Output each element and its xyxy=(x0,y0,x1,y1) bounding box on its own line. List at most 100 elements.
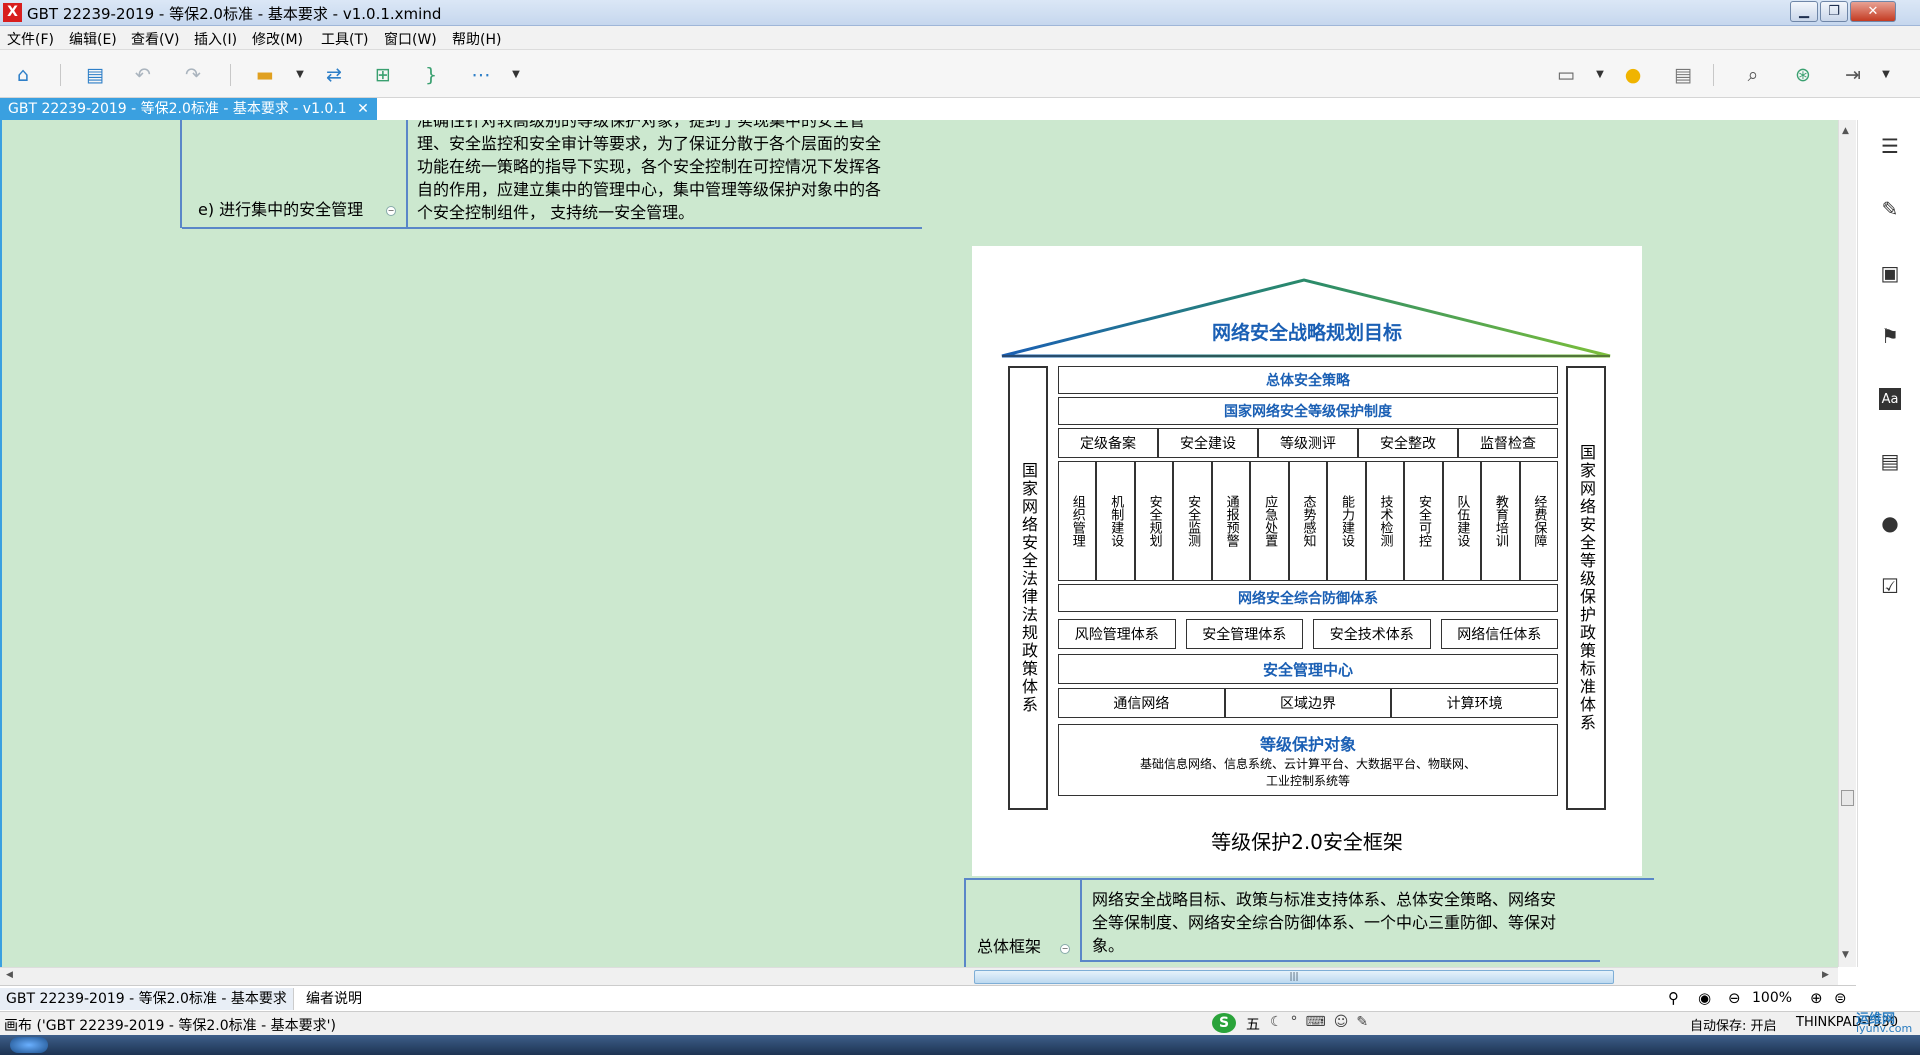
right-pillar-standards: 国家网络安全等级保护政策标准体系 xyxy=(1566,366,1606,810)
topic-overall-framework[interactable]: 总体框架 xyxy=(977,935,1041,958)
vertical-scrollbar[interactable]: ▲ ▼ xyxy=(1838,120,1856,967)
branch-overline xyxy=(964,878,1654,880)
toolbar: ⌂ ▤ ↶ ↷ ▬ ▼ ⇄ ⊞ } ⋯ ▼ ▭ ▼ ● ▤ ⌕ ⊛ ⇥ ▼ xyxy=(0,50,1920,98)
scroll-right-icon[interactable]: ▶ xyxy=(1822,970,1829,980)
chevron-down-icon[interactable]: ▼ xyxy=(510,62,522,88)
menu-file[interactable]: 文件(F) xyxy=(7,29,54,49)
process-cell: 定级备案 xyxy=(1058,428,1158,458)
export-icon[interactable]: ⇥ xyxy=(1840,62,1866,88)
gantt-icon[interactable]: ▤ xyxy=(1670,62,1696,88)
menu-insert[interactable]: 插入(I) xyxy=(194,29,237,49)
horizontal-scroll-thumb[interactable]: ||| xyxy=(974,970,1614,984)
management-center: 安全管理中心 xyxy=(1058,654,1558,684)
measure-cell: 机制建设 xyxy=(1096,461,1135,581)
protected-objects-line: 基础信息网络、信息系统、云计算平台、大数据平台、物联网、 xyxy=(1139,757,1476,771)
protected-objects: 等级保护对象 基础信息网络、信息系统、云计算平台、大数据平台、物联网、 工业控制… xyxy=(1058,724,1558,796)
chevron-down-icon[interactable]: ▼ xyxy=(294,62,306,88)
text-style-icon[interactable]: Aa xyxy=(1879,388,1901,410)
comments-icon[interactable]: ● xyxy=(1879,512,1901,534)
menu-modify[interactable]: 修改(M) xyxy=(252,29,303,49)
lightbulb-icon[interactable]: ● xyxy=(1620,62,1646,88)
start-button-icon[interactable] xyxy=(10,1037,48,1053)
scroll-down-icon[interactable]: ▼ xyxy=(1842,950,1849,960)
ime-tools-icon[interactable]: ☾°⌨☺✎ xyxy=(1270,1014,1376,1030)
image-icon[interactable]: ▣ xyxy=(1879,262,1901,284)
sheet-tab-editor-notes[interactable]: 编者说明 xyxy=(300,988,368,1010)
close-tab-icon[interactable]: ✕ xyxy=(357,101,369,117)
scroll-left-icon[interactable]: ◀ xyxy=(6,970,13,980)
redo-icon[interactable]: ↷ xyxy=(180,62,206,88)
summary-icon[interactable]: ⊞ xyxy=(370,62,396,88)
search-icon[interactable]: ⌕ xyxy=(1740,62,1766,88)
close-window-button[interactable]: ✕ xyxy=(1850,1,1896,22)
menu-edit[interactable]: 编辑(E) xyxy=(69,29,117,49)
ime-mode[interactable]: 五 xyxy=(1246,1014,1260,1034)
save-icon[interactable]: ▤ xyxy=(82,62,108,88)
process-cell: 等级测评 xyxy=(1258,428,1358,458)
sheet-tab-basic-requirements[interactable]: GBT 22239-2019 - 等保2.0标准 - 基本要求 xyxy=(0,988,294,1010)
zoom-out-icon[interactable]: ⊖ xyxy=(1728,989,1741,1007)
measure-cell: 组织管理 xyxy=(1058,461,1097,581)
eye-icon[interactable]: ◉ xyxy=(1698,989,1711,1007)
window-title: GBT 22239-2019 - 等保2.0标准 - 基本要求 - v1.0.1… xyxy=(27,5,442,23)
chevron-down-icon[interactable]: ▼ xyxy=(1594,62,1606,88)
branch-underline xyxy=(182,227,922,229)
note-line: 象。 xyxy=(1092,936,1125,955)
fit-icon[interactable]: ⊜ xyxy=(1834,989,1847,1007)
sheet-tab-bar: GBT 22239-2019 - 等保2.0标准 - 基本要求 编者说明 ⚲ ◉… xyxy=(0,985,1856,1011)
chevron-down-icon[interactable]: ▼ xyxy=(1880,62,1892,88)
note-line: 网络安全战略目标、政策与标准支持体系、总体安全策略、网络安 xyxy=(1092,890,1557,909)
right-side-panel: ☰ ✎ ▣ ⚑ Aa ▤ ● ☑ xyxy=(1857,120,1920,967)
status-canvas-info: 画布 ('GBT 22239-2019 - 等保2.0标准 - 基本要求') xyxy=(4,1018,336,1034)
process-cell: 安全建设 xyxy=(1158,428,1258,458)
marker-flag-icon[interactable]: ⚑ xyxy=(1879,325,1901,347)
menu-view[interactable]: 查看(V) xyxy=(131,29,180,49)
menu-tools[interactable]: 工具(T) xyxy=(321,29,368,49)
defense-layers-row: 通信网络 区域边界 计算环境 xyxy=(1058,688,1559,718)
topic-note-text[interactable]: 准确性针对较高级别的等级保护对象，提到了实现集中的安全管 理、安全监控和安全审计… xyxy=(417,120,917,224)
share-icon[interactable]: ⊛ xyxy=(1790,62,1816,88)
branch-line xyxy=(964,878,966,967)
topic-framework-text[interactable]: 网络安全战略目标、政策与标准支持体系、总体安全策略、网络安 全等保制度、网络安全… xyxy=(1092,888,1612,957)
vertical-scroll-thumb[interactable] xyxy=(1841,790,1854,806)
editor-tab[interactable]: GBT 22239-2019 - 等保2.0标准 - 基本要求 - v1.0.1… xyxy=(0,98,377,120)
minimize-button[interactable]: ▁ xyxy=(1790,1,1818,22)
scroll-up-icon[interactable]: ▲ xyxy=(1842,126,1849,136)
branch-underline xyxy=(1080,960,1600,962)
undo-icon[interactable]: ↶ xyxy=(130,62,156,88)
process-cell: 监督检查 xyxy=(1458,428,1558,458)
presentation-icon[interactable]: ▭ xyxy=(1553,62,1579,88)
branch-line xyxy=(180,120,182,228)
task-clipboard-icon[interactable]: ☑ xyxy=(1879,575,1901,597)
strategy-goal-title: 网络安全战略规划目标 xyxy=(1211,322,1402,344)
menu-help[interactable]: 帮助(H) xyxy=(452,29,501,49)
note-line: 自的作用，应建立集中的管理中心，集中管理等级保护对象中的各 xyxy=(417,180,882,199)
xmind-app-icon: X xyxy=(3,3,22,22)
horizontal-scrollbar[interactable]: ◀ ||| ▶ xyxy=(0,967,1838,985)
maximize-button[interactable]: ❐ xyxy=(1820,1,1848,22)
home-icon[interactable]: ⌂ xyxy=(10,62,36,88)
note-line: 准确性针对较高级别的等级保护对象，提到了实现集中的安全管 xyxy=(417,120,866,130)
outline-icon[interactable]: ☰ xyxy=(1879,135,1901,157)
ime-logo-icon[interactable]: S xyxy=(1212,1013,1236,1033)
notes-icon[interactable]: ▤ xyxy=(1879,450,1901,472)
measure-cell: 应急处置 xyxy=(1250,461,1289,581)
collapse-toggle[interactable]: − xyxy=(1060,944,1070,954)
measures-row: 组织管理 机制建设 安全规划 安全监测 通报预警 应急处置 态势感知 能力建设 … xyxy=(1058,461,1559,581)
topic-icon[interactable]: ▬ xyxy=(252,62,278,88)
boundary-icon[interactable]: } xyxy=(418,62,444,88)
collapse-toggle[interactable]: − xyxy=(386,206,396,216)
zoom-in-icon[interactable]: ⊕ xyxy=(1810,989,1823,1007)
topic-centralized-management[interactable]: e) 进行集中的安全管理 xyxy=(198,198,363,221)
framework-image[interactable]: 网络安全战略规划目标 国家网络安全法律法规政策体系 国家网络安全等级保护政策标准… xyxy=(972,246,1642,876)
more-icon[interactable]: ⋯ xyxy=(468,62,494,88)
measure-cell: 教育培训 xyxy=(1481,461,1520,581)
systems-row: 风险管理体系 安全管理体系 安全技术体系 网络信任体系 xyxy=(1058,619,1558,649)
zoom-level: 100% xyxy=(1752,990,1793,1006)
filter-icon[interactable]: ⚲ xyxy=(1668,989,1679,1007)
measure-cell: 安全规划 xyxy=(1134,461,1174,581)
measure-cell: 能力建设 xyxy=(1327,461,1366,581)
menu-window[interactable]: 窗口(W) xyxy=(384,29,437,49)
format-brush-icon[interactable]: ✎ xyxy=(1879,198,1901,220)
relationship-icon[interactable]: ⇄ xyxy=(321,62,347,88)
